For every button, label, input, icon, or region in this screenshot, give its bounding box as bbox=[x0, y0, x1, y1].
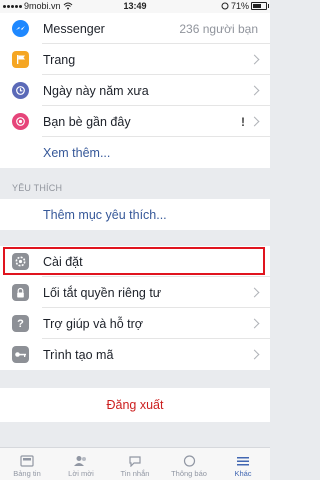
nearby-friends-icon bbox=[12, 113, 29, 130]
battery-percent: 71% bbox=[230, 1, 249, 11]
alert-badge: ! bbox=[241, 114, 245, 129]
battery-icon bbox=[251, 2, 269, 10]
menu-content: Messenger 236 người bạn Trang Ngày này n… bbox=[0, 13, 270, 422]
chevron-right-icon bbox=[249, 116, 260, 127]
menu-item-label: Messenger bbox=[43, 21, 105, 36]
tab-label: Tin nhắn bbox=[120, 469, 150, 478]
friends-count: 236 người bạn bbox=[179, 21, 258, 36]
menu-item-label: Trợ giúp và hỗ trợ bbox=[43, 316, 143, 331]
history-clock-icon bbox=[12, 82, 29, 99]
menu-item-label: Bạn bè gần đây bbox=[43, 114, 131, 129]
news-feed-icon bbox=[19, 454, 35, 467]
menu-item-pages[interactable]: Trang bbox=[0, 44, 270, 75]
shortcuts-section: Messenger 236 người bạn Trang Ngày này n… bbox=[0, 13, 270, 168]
menu-item-label: Ngày này năm xưa bbox=[43, 83, 149, 98]
menu-item-label: Trang bbox=[43, 52, 76, 67]
bottom-tab-bar: Bảng tin Lời mời Tin nhắn Thông báo Khác bbox=[0, 447, 270, 480]
favorites-header: YÊU THÍCH bbox=[12, 183, 63, 193]
tab-friend-requests[interactable]: Lời mời bbox=[54, 448, 108, 480]
messages-icon bbox=[127, 454, 143, 467]
tab-label: Khác bbox=[234, 469, 252, 478]
rotation-lock-icon bbox=[221, 2, 229, 10]
highlight-box bbox=[3, 247, 265, 275]
tab-label: Thông báo bbox=[171, 469, 207, 478]
menu-item-on-this-day[interactable]: Ngày này năm xưa bbox=[0, 75, 270, 106]
tab-news-feed[interactable]: Bảng tin bbox=[0, 448, 54, 480]
tab-label: Bảng tin bbox=[13, 469, 41, 478]
notifications-icon bbox=[181, 454, 197, 467]
menu-item-settings[interactable]: Cài đặt bbox=[0, 246, 270, 277]
menu-icon bbox=[235, 454, 251, 467]
tab-label: Lời mời bbox=[68, 469, 94, 478]
friend-requests-icon bbox=[73, 454, 89, 467]
chevron-right-icon bbox=[249, 54, 260, 65]
help-icon: ? bbox=[12, 315, 29, 332]
chevron-right-icon bbox=[249, 318, 260, 329]
lock-icon bbox=[12, 284, 29, 301]
logout-button[interactable]: Đăng xuất bbox=[0, 388, 270, 422]
status-bar: 9mobi.vn 13:49 71% bbox=[0, 0, 270, 13]
chevron-right-icon bbox=[249, 287, 260, 298]
tab-notifications[interactable]: Thông báo bbox=[162, 448, 216, 480]
menu-item-label: Lối tắt quyền riêng tư bbox=[43, 285, 162, 300]
menu-item-privacy-shortcuts[interactable]: Lối tắt quyền riêng tư bbox=[0, 277, 270, 308]
menu-item-messenger[interactable]: Messenger 236 người bạn bbox=[0, 13, 270, 44]
menu-item-nearby-friends[interactable]: Bạn bè gần đây ! bbox=[0, 106, 270, 137]
menu-item-label: Trình tạo mã bbox=[43, 347, 114, 362]
chevron-right-icon bbox=[249, 349, 260, 360]
logout-section: Đăng xuất bbox=[0, 388, 270, 422]
add-favorite-label: Thêm mục yêu thích... bbox=[43, 207, 167, 222]
settings-section: Cài đặt Lối tắt quyền riêng tư ? Trợ giú… bbox=[0, 246, 270, 370]
flag-icon bbox=[12, 51, 29, 68]
menu-item-help[interactable]: ? Trợ giúp và hỗ trợ bbox=[0, 308, 270, 339]
see-more-label: Xem thêm... bbox=[43, 145, 111, 160]
messenger-icon bbox=[12, 20, 29, 37]
menu-item-code-generator[interactable]: Trình tạo mã bbox=[0, 339, 270, 370]
add-favorite-link[interactable]: Thêm mục yêu thích... bbox=[0, 199, 270, 230]
status-right: 71% bbox=[221, 1, 269, 11]
tab-more[interactable]: Khác bbox=[216, 448, 270, 480]
chevron-right-icon bbox=[249, 85, 260, 96]
see-more-link[interactable]: Xem thêm... bbox=[0, 137, 270, 168]
tab-messages[interactable]: Tin nhắn bbox=[108, 448, 162, 480]
key-icon bbox=[12, 346, 29, 363]
favorites-section: Thêm mục yêu thích... bbox=[0, 199, 270, 230]
